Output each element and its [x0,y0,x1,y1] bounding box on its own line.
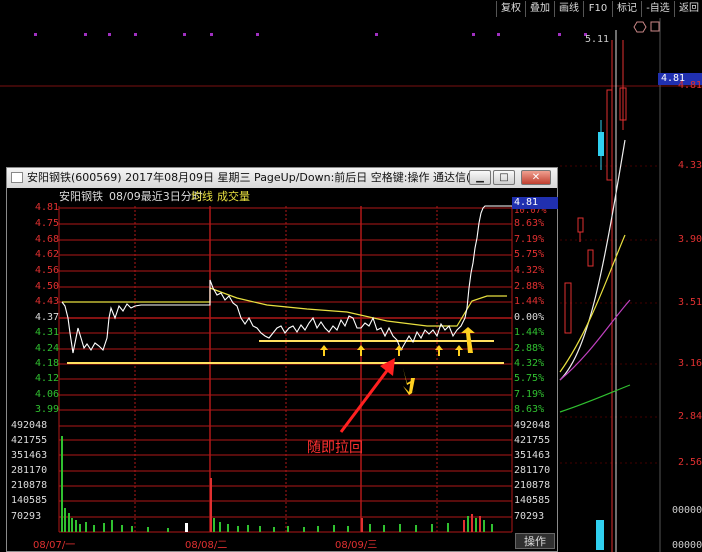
fuquan-button[interactable]: 复权 [496,1,525,17]
top-marker-dots [34,33,587,36]
volume-axis-label: 00000 [672,540,702,551]
range-label: 08/09最近3日分时 [109,190,203,203]
pct-label: 5.75% [514,373,545,384]
price-label: 4.75 [35,218,60,229]
price-label: 4.37 [35,312,60,323]
price-label: 4.43 [35,296,60,307]
volume-label-right: 210878 [514,480,551,491]
yellow-markers [320,327,475,395]
minimize-button[interactable]: ▁ [469,170,491,185]
volume-label: 492048 [11,420,48,431]
volume-label: 140585 [11,495,48,506]
pct-label: 7.19% [514,389,545,400]
volume-label: 351463 [11,450,48,461]
price-label: 4.81 [35,202,60,213]
price-label: 4.12 [35,373,60,384]
price-axis-label: 3.90 [678,234,702,245]
volume-label: 281170 [11,465,48,476]
remove-favorite-button[interactable]: -自选 [641,1,674,17]
price-axis-label: 4.33 [678,160,702,171]
maximize-button[interactable]: □ [493,170,515,185]
current-price-tag: 4.81 [512,197,558,209]
volume-label-right: 281170 [514,465,551,476]
pct-label: 1.44% [514,327,545,338]
pct-label: 4.32% [514,265,545,276]
pct-label: 4.32% [514,358,545,369]
price-axis-label: 2.84 [678,411,702,422]
volume-bars [61,436,493,532]
volume-label: 70293 [11,511,42,522]
close-button[interactable]: ✕ [521,170,551,185]
avg-line-label: 均线 [191,190,213,203]
pct-label: 8.63% [514,404,545,415]
candlesticks [564,30,627,552]
price-label: 4.56 [35,265,60,276]
volume-label: 210878 [11,480,48,491]
date-label: 08/07/一 [33,540,76,551]
volume-label: 成交量 [217,190,250,203]
price-axis-label: 3.51 [678,297,702,308]
volume-label-right: 70293 [514,511,545,522]
intraday-chart [58,205,513,533]
volume-axis-label: 00000 [672,505,702,516]
annotation-text: 随即拉回 [307,440,363,456]
price-label: 4.31 [35,327,60,338]
volume-label-right: 351463 [514,450,551,461]
pct-label: 2.88% [514,281,545,292]
price-axis-label: 4.81 [678,80,702,91]
price-label: 4.50 [35,281,60,292]
pct-label: 2.88% [514,343,545,354]
price-line [61,205,512,354]
intraday-window: 安阳钢铁(600569) 2017年08月09日 星期三 PageUp/Down… [6,167,558,552]
date-label: 08/08/二 [185,540,228,551]
volume-label: 421755 [11,435,48,446]
window-titlebar[interactable]: 安阳钢铁(600569) 2017年08月09日 星期三 PageUp/Down… [7,168,557,188]
indicator-icons [633,21,660,33]
overlay-button[interactable]: 叠加 [525,1,554,17]
price-label: 4.68 [35,234,60,245]
price-label: 4.06 [35,389,60,400]
app-icon [11,172,23,183]
pct-label: 8.63% [514,218,545,229]
high-price-label: 5.11 [585,34,610,45]
mark-button[interactable]: 标记 [612,1,641,17]
chart-subheader: 安阳钢铁 08/09最近3日分时 均线 成交量 [7,189,557,205]
average-price-line [62,287,507,327]
operate-button[interactable]: 操作 [515,533,555,549]
date-label: 08/09/三 [335,540,378,551]
price-label: 3.99 [35,404,60,415]
moving-average-lines [559,139,631,413]
volume-label-right: 421755 [514,435,551,446]
volume-label-right: 140585 [514,495,551,506]
price-label: 4.18 [35,358,60,369]
price-label: 4.62 [35,249,60,260]
price-label: 4.24 [35,343,60,354]
pct-label: 7.19% [514,234,545,245]
volume-label-right: 492048 [514,420,551,431]
pct-label: 1.44% [514,296,545,307]
pct-label: 5.75% [514,249,545,260]
stock-name: 安阳钢铁 [59,190,103,203]
draw-line-button[interactable]: 画线 [554,1,583,17]
price-axis-label: 2.56 [678,457,702,468]
f10-button[interactable]: F10 [583,1,612,17]
back-button[interactable]: 返回 [674,1,702,17]
window-title: 安阳钢铁(600569) 2017年08月09日 星期三 PageUp/Down… [27,171,483,184]
top-toolbar: 复权 叠加 画线 F10 标记 -自选 返回 [0,0,702,18]
price-axis-label: 3.16 [678,358,702,369]
pct-label: 0.00% [514,312,545,323]
